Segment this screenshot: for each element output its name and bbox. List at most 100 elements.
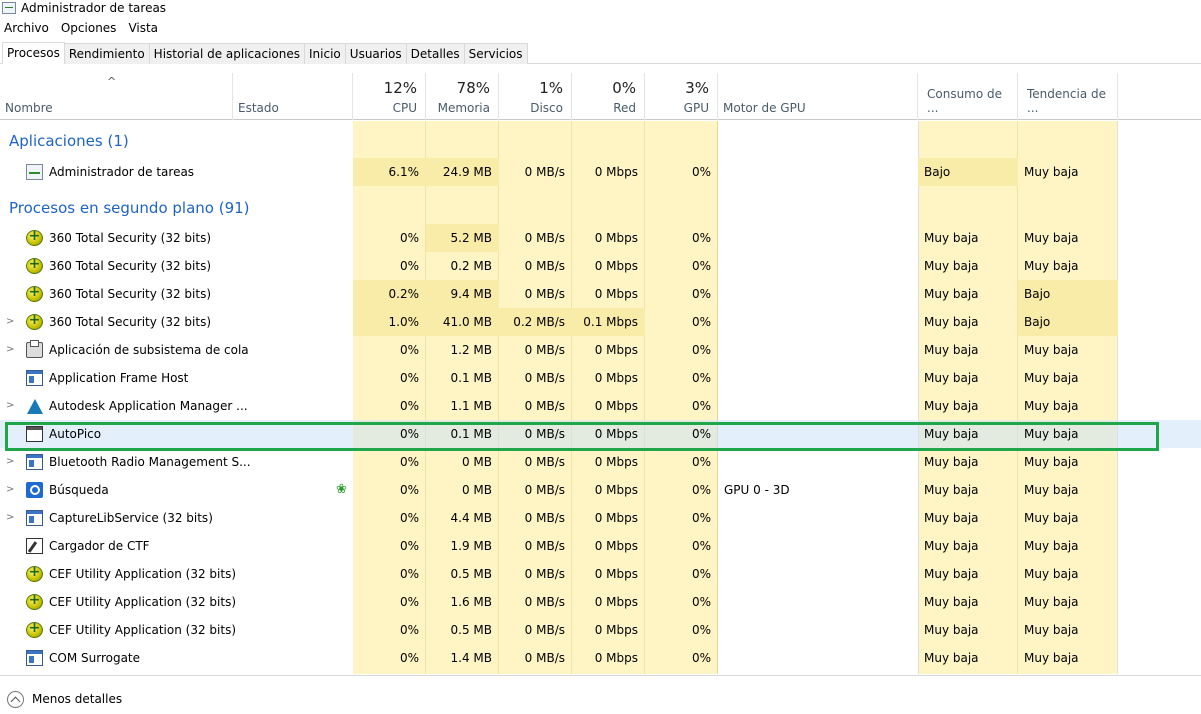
col-mem-header[interactable]: 78% Memoria: [426, 73, 499, 120]
chevron-right-icon[interactable]: >: [6, 476, 14, 504]
col-power-header[interactable]: Consumo de ...: [918, 73, 1018, 120]
cpu-total: 12%: [383, 79, 417, 97]
cell-gpu: 0%: [691, 399, 711, 413]
cell-cpu: 0%: [399, 427, 419, 441]
cell-net: 0 Mbps: [594, 511, 638, 525]
cell-gpu: 0%: [691, 511, 711, 525]
chevron-right-icon[interactable]: >: [6, 336, 14, 364]
cell-power: Muy baja: [924, 567, 979, 581]
tab-servicios[interactable]: Servicios: [463, 43, 528, 64]
col-net-label: Red: [613, 101, 636, 115]
process-row[interactable]: Administrador de tareas 6.1% 24.9 MB 0 MB/s…: [0, 158, 1201, 186]
menu-archivo[interactable]: Archivo: [0, 19, 55, 37]
cell-trend: Bajo: [1018, 280, 1118, 308]
menu-opciones[interactable]: Opciones: [55, 19, 123, 37]
cell-power: Muy baja: [924, 231, 979, 245]
cell-power: Muy baja: [924, 539, 979, 553]
cell-cpu: 0%: [399, 567, 419, 581]
title-bar: Administrador de tareas: [0, 0, 1201, 16]
cell-trend: Muy baja: [1024, 567, 1079, 581]
disk-total: 1%: [539, 79, 563, 97]
cell-power: Muy baja: [924, 343, 979, 357]
col-status-label: Estado: [238, 101, 279, 115]
cell-cpu: 0%: [399, 231, 419, 245]
mem-total: 78%: [456, 79, 490, 97]
tab-historial[interactable]: Historial de aplicaciones: [148, 43, 306, 64]
window-icon: [26, 650, 43, 666]
cell-cpu: 0%: [399, 483, 419, 497]
process-name-cell: Cargador de CTF: [0, 532, 232, 560]
cell-mem: 0.1 MB: [450, 427, 492, 441]
cell-disk: 0.2 MB/s: [499, 308, 572, 336]
process-name: 360 Total Security (32 bits): [49, 231, 212, 245]
col-gpu-engine-header[interactable]: Motor de GPU: [718, 73, 918, 120]
cell-cpu: 0%: [399, 259, 419, 273]
process-name-cell: 360 Total Security (32 bits): [0, 224, 232, 252]
less-details-link[interactable]: Menos detalles: [32, 691, 122, 708]
cell-disk: 0 MB/s: [524, 165, 565, 179]
group-header-apps[interactable]: Aplicaciones (1): [0, 121, 1201, 161]
chevron-right-icon[interactable]: >: [6, 504, 14, 532]
process-row[interactable]: > Búsqueda ❀ 0% 0 MB 0 MB/s 0 Mbps 0% GPU 0 - 3D…: [0, 476, 1201, 504]
process-row[interactable]: COM Surrogate 0% 1.4 MB 0 MB/s 0 Mbps 0% Muy b…: [0, 644, 1201, 672]
col-cpu-header[interactable]: 12% CPU: [353, 73, 426, 120]
col-trend-header[interactable]: Tendencia de ...: [1018, 73, 1118, 120]
cell-disk: 0 MB/s: [524, 623, 565, 637]
cell-net: 0 Mbps: [594, 595, 638, 609]
tab-inicio[interactable]: Inicio: [304, 43, 346, 64]
cell-engine: [718, 336, 918, 364]
360-icon: [26, 620, 43, 638]
chevron-right-icon[interactable]: >: [6, 448, 14, 476]
col-power-label: Consumo de ...: [927, 87, 1003, 115]
process-name-cell: > Autodesk Application Manager ...: [0, 392, 248, 420]
col-name-header[interactable]: Nombre: [0, 73, 233, 120]
tab-procesos[interactable]: Procesos: [2, 42, 65, 64]
col-gpu-engine-label: Motor de GPU: [723, 101, 806, 115]
process-name: Bluetooth Radio Management S...: [49, 455, 251, 469]
process-name: Aplicación de subsistema de cola: [49, 343, 249, 357]
process-row[interactable]: CEF Utility Application (32 bits) 0% 0.5 M…: [0, 560, 1201, 588]
tab-rendimiento[interactable]: Rendimiento: [63, 43, 150, 64]
process-name-cell: > Aplicación de subsistema de cola: [0, 336, 249, 364]
process-row[interactable]: > Aplicación de subsistema de cola 0% 1.2 M…: [0, 336, 1201, 364]
cell-engine: [718, 392, 918, 420]
cell-gpu: 0%: [691, 651, 711, 665]
cell-disk: 0 MB/s: [524, 539, 565, 553]
360-icon: [26, 564, 43, 582]
col-status-header[interactable]: Estado: [233, 73, 353, 120]
cell-trend: Muy baja: [1024, 483, 1079, 497]
process-row[interactable]: Application Frame Host 0% 0.1 MB 0 MB/s 0 Mb…: [0, 364, 1201, 392]
process-row[interactable]: > CaptureLibService (32 bits) 0% 4.4 MB 0 MB…: [0, 504, 1201, 532]
window-icon: [26, 454, 43, 470]
cell-cpu: 1.0%: [353, 308, 426, 336]
process-row[interactable]: 360 Total Security (32 bits) 0% 0.2 MB 0 MB…: [0, 252, 1201, 280]
process-row[interactable]: > Autodesk Application Manager ... 0% 1.1 M…: [0, 392, 1201, 420]
cell-disk: 0 MB/s: [524, 567, 565, 581]
process-row[interactable]: Cargador de CTF 0% 1.9 MB 0 MB/s 0 Mbps 0% Muy…: [0, 532, 1201, 560]
cell-trend: Muy baja: [1024, 371, 1079, 385]
process-row[interactable]: 360 Total Security (32 bits) 0.2%9.4 MB 0 …: [0, 280, 1201, 308]
col-gpu-header[interactable]: 3% GPU: [645, 73, 718, 120]
cell-engine: [718, 252, 918, 280]
process-row[interactable]: >360 Total Security (32 bits) 1.0%41.0 MB…: [0, 308, 1201, 336]
cell-cpu: 0%: [399, 371, 419, 385]
process-row[interactable]: AutoPico 0% 0.1 MB 0 MB/s 0 Mbps 0% Muy baja Mu…: [0, 420, 1201, 448]
chevron-right-icon[interactable]: >: [6, 392, 14, 420]
tab-usuarios[interactable]: Usuarios: [344, 43, 407, 64]
collapse-icon[interactable]: [7, 691, 24, 708]
tab-detalles[interactable]: Detalles: [405, 43, 465, 64]
cell-net: 0 Mbps: [594, 455, 638, 469]
chevron-right-icon[interactable]: >: [6, 308, 14, 336]
col-disk-header[interactable]: 1% Disco: [499, 73, 572, 120]
col-net-header[interactable]: 0% Red: [572, 73, 645, 120]
cell-engine: [718, 588, 918, 616]
process-row[interactable]: > Bluetooth Radio Management S... 0% 0 MB 0 …: [0, 448, 1201, 476]
process-row[interactable]: CEF Utility Application (32 bits) 0% 0.5 M…: [0, 616, 1201, 644]
process-name: 360 Total Security (32 bits): [49, 259, 212, 273]
cell-gpu: 0%: [691, 427, 711, 441]
menu-vista[interactable]: Vista: [122, 19, 164, 37]
cell-cpu: 0%: [399, 651, 419, 665]
group-header-background[interactable]: Procesos en segundo plano (91): [0, 189, 1201, 227]
process-row[interactable]: 360 Total Security (32 bits) 0% 5.2 MB 0 MB…: [0, 224, 1201, 252]
process-row[interactable]: CEF Utility Application (32 bits) 0% 1.6 M…: [0, 588, 1201, 616]
